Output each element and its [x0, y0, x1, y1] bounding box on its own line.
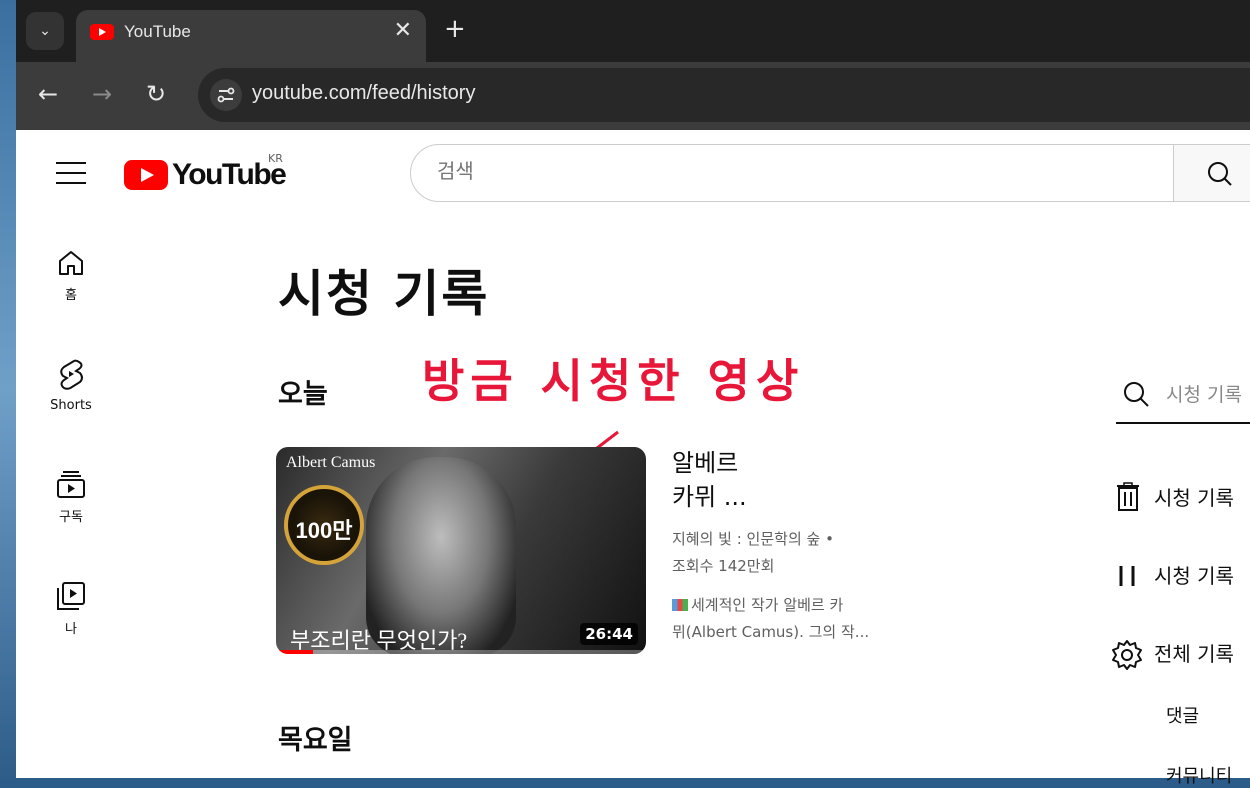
- you-icon: [57, 582, 85, 610]
- page-title: 시청 기록: [278, 265, 490, 323]
- region-code: KR: [268, 152, 283, 165]
- section-heading-thursday: 목요일: [278, 725, 353, 756]
- desktop-background: [0, 0, 16, 778]
- menu-icon[interactable]: [56, 162, 86, 186]
- sidebar-item-label: 나: [65, 622, 77, 637]
- desc-line: 뮈(Albert Camus). 그의 작...: [672, 623, 870, 641]
- community-link[interactable]: 커뮤니티: [1166, 762, 1232, 788]
- video-description: 세계적인 작가 알베르 카 뮈(Albert Camus). 그의 작...: [672, 592, 902, 646]
- reload-button[interactable]: ↻: [146, 80, 166, 108]
- url-text: youtube.com/feed/history: [252, 82, 476, 104]
- video-thumbnail[interactable]: Albert Camus 100만 부조리란 무엇인가? 26:44: [276, 447, 646, 654]
- thumbnail-badge: 100만: [284, 485, 364, 565]
- view-count: 조회수 142만회: [672, 557, 775, 575]
- sidebar-item-label: Shorts: [50, 398, 92, 413]
- search-box[interactable]: [410, 144, 1174, 202]
- new-tab-button[interactable]: +: [444, 14, 466, 44]
- channel-name[interactable]: 지혜의 빛 : 인문학의 숲 •: [672, 528, 834, 549]
- tab-strip: ⌄ YouTube ✕ +: [16, 0, 1250, 62]
- clear-history-label: 시청 기록: [1154, 486, 1234, 510]
- tab-search-button[interactable]: ⌄: [26, 12, 64, 50]
- address-bar[interactable]: youtube.com/feed/history: [198, 68, 1250, 122]
- manage-history-label: 전체 기록: [1154, 642, 1234, 666]
- youtube-favicon-icon: [90, 24, 114, 40]
- video-title-line: 카뮈 ...: [672, 483, 747, 511]
- forward-button[interactable]: →: [92, 80, 112, 108]
- pause-icon: [1119, 566, 1135, 586]
- mini-guide: 홈 Shorts 구독 나: [16, 216, 126, 778]
- youtube-header: YouTube KR: [16, 130, 1250, 216]
- gear-icon: [1112, 640, 1142, 670]
- watch-progress-bar: [276, 650, 313, 654]
- badge-text: 100만: [295, 518, 353, 543]
- video-title-line: 알베르: [672, 449, 739, 477]
- sidebar-item-subscriptions[interactable]: 구독: [26, 468, 116, 525]
- video-duration: 26:44: [580, 623, 638, 645]
- books-icon: [672, 599, 688, 611]
- search-icon: [1208, 162, 1232, 186]
- annotation-label: 방금 시청한 영상: [422, 354, 805, 408]
- browser-toolbar: ← → ↻ youtube.com/feed/history: [16, 62, 1250, 130]
- tab-title: YouTube: [124, 22, 191, 41]
- sidebar-item-label: 홈: [65, 288, 77, 303]
- history-search-placeholder: 시청 기록: [1166, 384, 1242, 406]
- search-button[interactable]: [1173, 144, 1250, 202]
- search-icon: [1124, 382, 1149, 407]
- back-button[interactable]: ←: [38, 80, 58, 108]
- tab-close-icon[interactable]: ✕: [394, 18, 412, 43]
- subscriptions-icon: [57, 471, 85, 498]
- video-title[interactable]: 알베르 카뮈 ...: [672, 446, 782, 514]
- site-info-icon[interactable]: [210, 79, 242, 111]
- shorts-icon: [60, 359, 83, 390]
- sidebar-item-label: 구독: [59, 510, 83, 525]
- pause-history-label: 시청 기록: [1154, 564, 1234, 588]
- sidebar-item-you[interactable]: 나: [26, 580, 116, 637]
- history-search[interactable]: 시청 기록: [1116, 372, 1250, 424]
- browser-window: ⌄ YouTube ✕ + ← → ↻ youtube.com/feed/his…: [16, 0, 1250, 787]
- sidebar-item-home[interactable]: 홈: [26, 248, 116, 303]
- desc-line: 세계적인 작가 알베르 카: [691, 596, 844, 614]
- trash-icon: [1117, 482, 1139, 511]
- youtube-play-icon: [124, 160, 168, 190]
- search-input[interactable]: [437, 159, 1137, 183]
- thumbnail-channel-text: Albert Camus: [286, 454, 376, 471]
- comments-link[interactable]: 댓글: [1166, 702, 1199, 728]
- tab-youtube[interactable]: YouTube ✕: [76, 10, 426, 62]
- home-icon: [59, 251, 83, 275]
- section-heading-today: 오늘: [278, 379, 328, 410]
- sidebar-item-shorts[interactable]: Shorts: [26, 358, 116, 413]
- watch-progress-track: [276, 650, 646, 654]
